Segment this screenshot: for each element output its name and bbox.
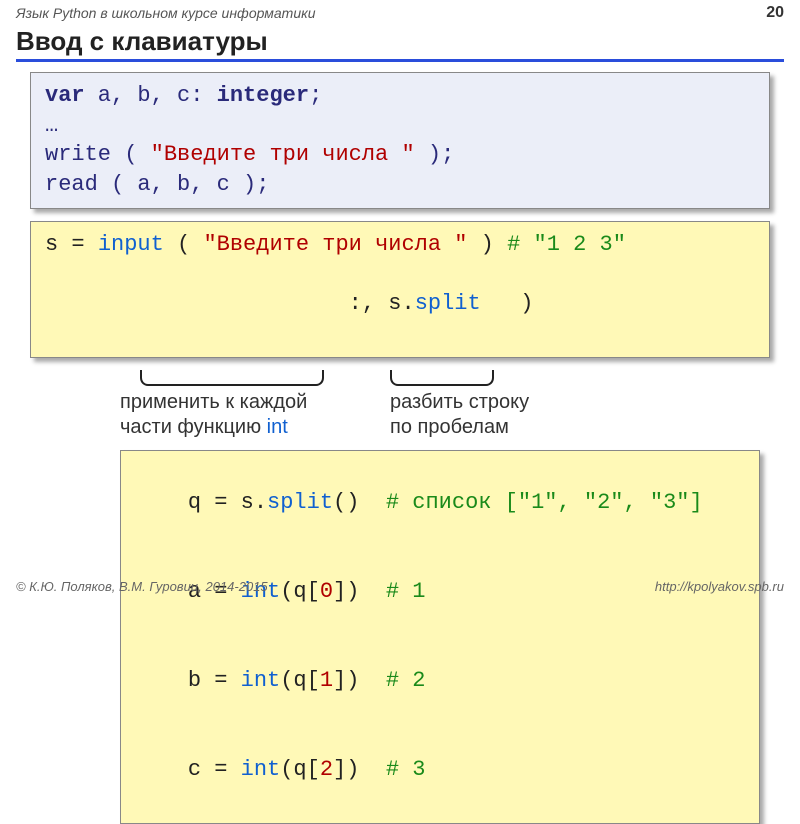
pascal-code-block: var a, b, c: integer; … write ( "Введите… [30, 72, 770, 209]
brace-icon [140, 370, 324, 386]
code-line: q = s.split() # список ["1", "2", "3"] [135, 459, 745, 548]
code-line: b = int(q[1]) # 2 [135, 637, 745, 726]
annotation-row: применить к каждой части функцию int раз… [120, 370, 770, 440]
code-line: write ( "Введите три числа " ); [45, 140, 755, 170]
code-line: … [45, 111, 755, 141]
python-code-block-2: q = s.split() # список ["1", "2", "3"] a… [120, 450, 760, 824]
python-code-block-1: s = input ( "Введите три числа " ) # "1 … [30, 221, 770, 358]
annotation-left: применить к каждой части функцию int [120, 370, 390, 440]
url-text: http://kpolyakov.spb.ru [655, 579, 784, 594]
annotation-text: применить к каждой части функцию int [120, 390, 307, 440]
code-line: var a, b, c: integer; [45, 81, 755, 111]
code-line: :, s.split ) [45, 259, 755, 348]
code-line: s = input ( "Введите три числа " ) # "1 … [45, 230, 755, 260]
slide-header: Язык Python в школьном курсе информатики… [0, 0, 800, 24]
code-line: read ( a, b, c ); [45, 170, 755, 200]
code-line: c = int(q[2]) # 3 [135, 726, 745, 815]
brace-icon [390, 370, 494, 386]
slide-title: Ввод с клавиатуры [16, 26, 784, 62]
page-number: 20 [766, 4, 784, 22]
slide-footer: © К.Ю. Поляков, В.М. Гуровиц, 2014-2015 … [0, 576, 800, 596]
copyright-text: © К.Ю. Поляков, В.М. Гуровиц, 2014-2015 [16, 579, 268, 594]
annotation-text: разбить строку по пробелам [390, 390, 529, 440]
course-title: Язык Python в школьном курсе информатики [16, 5, 316, 21]
annotation-right: разбить строку по пробелам [390, 370, 529, 440]
